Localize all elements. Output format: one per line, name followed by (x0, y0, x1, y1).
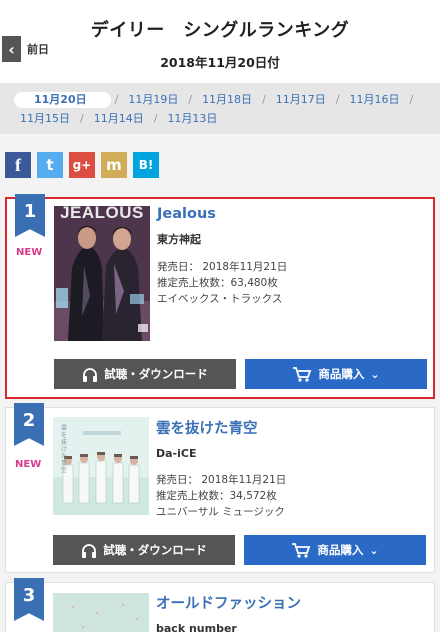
ranking-item: 3 オールドファッション back number (5, 578, 435, 632)
date-tab-active[interactable]: 11月20日 (14, 92, 111, 108)
date-separator: / (153, 112, 158, 125)
artist-name: Da-iCE (156, 447, 197, 460)
date-tab[interactable]: 11月15日 (14, 111, 76, 127)
date-selector: 11月20日 / 11月19日 / 11月18日 / 11月17日 / 11月1… (0, 84, 440, 134)
twitter-icon[interactable]: t (37, 152, 63, 178)
record-label: エイベックス・トラックス (157, 293, 283, 305)
buy-label: 商品購入 (317, 543, 364, 557)
rank-badge: 2 (14, 403, 44, 446)
date-tab[interactable]: 11月17日 (270, 92, 332, 108)
cart-icon (292, 543, 311, 558)
record-label: ユニバーサル ミュージック (156, 506, 285, 518)
chevron-down-icon: ⌄ (369, 543, 379, 557)
listen-download-label: 試聴・ダウンロード (103, 543, 207, 557)
ranking-item: 1 NEW JEALOUS Jealous 東方神起 発売日： 2018年11月… (5, 194, 435, 399)
release-date: 2018年11月21日 (201, 474, 287, 486)
item-info: オールドファッション back number (156, 592, 301, 632)
headphones-icon (82, 543, 97, 558)
google-plus-icon[interactable]: g+ (69, 152, 95, 178)
share-buttons: f t g+ m B! (5, 152, 159, 178)
date-separator: / (80, 112, 84, 125)
rank-badge: 1 (15, 194, 45, 237)
date-tab[interactable]: 11月19日 (122, 92, 184, 108)
date-tab[interactable]: 11月14日 (88, 111, 150, 127)
buy-label: 商品購入 (318, 367, 365, 381)
chevron-down-icon: ⌄ (370, 367, 380, 381)
item-info: 雲を抜けた青空 Da-iCE 発売日： 2018年11月21日 推定売上枚数：3… (156, 417, 286, 520)
ranking-item: 2 NEW 雲を抜けた青空 雲を抜けた青空 Da-iCE 発売日： 2018年1… (5, 403, 435, 573)
song-title[interactable]: オールドファッション (156, 592, 301, 613)
date-separator: / (409, 93, 414, 106)
buy-button[interactable]: 商品購入 ⌄ (245, 359, 427, 389)
ranking-page: ‹ 前日 デイリー シングルランキング 2018年11月20日付 11月20日 … (0, 0, 440, 632)
new-badge: NEW (15, 459, 42, 470)
date-tab[interactable]: 11月16日 (344, 92, 406, 108)
jacket-title-text: JEALOUS (60, 206, 144, 222)
release-label: 発売日： (156, 474, 198, 486)
date-separator: / (262, 93, 266, 106)
song-title[interactable]: 雲を抜けた青空 (156, 417, 286, 438)
headphones-icon (83, 367, 98, 382)
jacket-image[interactable]: JEALOUS (54, 206, 150, 341)
date-tab[interactable]: 11月18日 (196, 92, 258, 108)
new-badge: NEW (16, 247, 43, 258)
sales-label: 推定売上枚数： (156, 490, 230, 502)
page-header: ‹ 前日 デイリー シングルランキング 2018年11月20日付 (0, 0, 440, 84)
listen-download-button[interactable]: 試聴・ダウンロード (54, 359, 236, 389)
mixi-icon[interactable]: m (101, 152, 127, 178)
date-separator: / (188, 93, 193, 106)
hatena-bookmark-icon[interactable]: B! (133, 152, 159, 178)
release-date: 2018年11月21日 (202, 261, 288, 273)
artist-name: back number (156, 622, 237, 632)
page-title: デイリー シングルランキング (90, 20, 350, 41)
listen-download-button[interactable]: 試聴・ダウンロード (53, 535, 235, 565)
date-tab[interactable]: 11月13日 (161, 111, 223, 127)
sales-count: 63,480枚 (230, 277, 278, 289)
release-label: 発売日： (157, 261, 199, 273)
ranking-date: 2018年11月20日付 (160, 55, 280, 70)
facebook-icon[interactable]: f (5, 152, 31, 178)
jacket-title-text: 雲を抜けた青空 (61, 425, 68, 474)
item-meta: 発売日： 2018年11月21日 推定売上枚数：34,572枚 ユニバーサル ミ… (156, 472, 286, 520)
listen-download-label: 試聴・ダウンロード (104, 367, 208, 381)
buy-button[interactable]: 商品購入 ⌄ (244, 535, 426, 565)
song-title[interactable]: Jealous (157, 206, 287, 222)
item-meta: 発売日： 2018年11月21日 推定売上枚数：63,480枚 エイベックス・ト… (157, 259, 287, 307)
artist-name: 東方神起 (157, 233, 201, 246)
item-info: Jealous 東方神起 発売日： 2018年11月21日 推定売上枚数：63,… (157, 206, 287, 307)
date-separator: / (335, 93, 340, 106)
sales-label: 推定売上枚数： (157, 277, 231, 289)
cart-icon (293, 367, 312, 382)
jacket-image[interactable] (53, 593, 149, 632)
jacket-image[interactable]: 雲を抜けた青空 (53, 417, 149, 515)
date-separator: / (114, 93, 119, 106)
rank-badge: 3 (14, 578, 44, 621)
sales-count: 34,572枚 (229, 490, 277, 502)
